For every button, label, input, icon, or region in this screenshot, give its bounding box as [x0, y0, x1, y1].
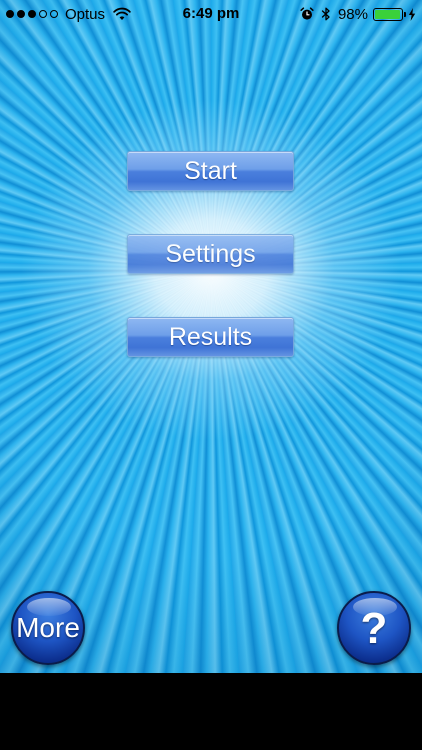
status-right: 98% [300, 5, 416, 23]
status-bar: Optus 6:49 pm 98% [0, 0, 422, 28]
results-button[interactable]: Results [127, 317, 294, 357]
settings-button[interactable]: Settings [127, 234, 294, 274]
alarm-clock-icon [300, 7, 314, 20]
battery-percent: 98% [337, 5, 368, 23]
app-screen: Optus 6:49 pm 98% Start Settings Results… [0, 0, 422, 750]
start-button[interactable]: Start [127, 151, 294, 191]
battery-nub [404, 11, 406, 17]
lightning-bolt-icon [408, 7, 416, 21]
help-button[interactable]: ? [337, 591, 411, 665]
more-button-label: More [16, 612, 80, 643]
question-mark-icon: ? [360, 604, 388, 653]
battery-icon [373, 7, 406, 21]
bluetooth-icon [321, 7, 330, 21]
more-button[interactable]: More [11, 591, 85, 665]
battery-fill [375, 9, 401, 19]
bottom-black-bar [0, 673, 422, 750]
